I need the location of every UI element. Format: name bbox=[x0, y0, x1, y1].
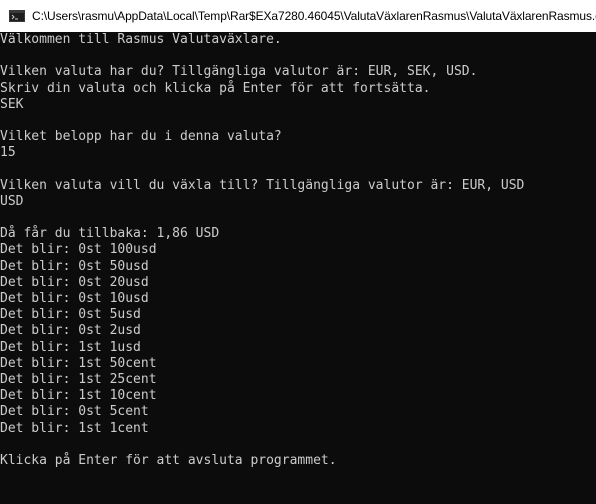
console-line: 15 bbox=[0, 145, 16, 161]
console-line: Det blir: 0st 2usd bbox=[0, 323, 141, 339]
console-line: Välkommen till Rasmus Valutaväxlare. bbox=[0, 32, 282, 47]
console-line: Skriv din valuta och klicka på Enter för… bbox=[0, 80, 431, 96]
console-line: Det blir: 1st 25cent bbox=[0, 371, 157, 387]
console-line: Vilket belopp har du i denna valuta? bbox=[0, 129, 282, 145]
console-line: Det blir: 0st 5usd bbox=[0, 307, 141, 323]
console-line: Det blir: 1st 1cent bbox=[0, 420, 149, 436]
console-line: USD bbox=[0, 193, 24, 209]
console-line: Det blir: 0st 10usd bbox=[0, 291, 149, 306]
console-app-icon bbox=[9, 10, 25, 22]
console-line: Det blir: 1st 50cent bbox=[0, 355, 157, 371]
title-bar[interactable]: C:\Users\rasmu\AppData\Local\Temp\Rar$EX… bbox=[0, 0, 596, 32]
console-line: Klicka på Enter för att avsluta programm… bbox=[0, 452, 337, 468]
console-output[interactable]: Välkommen till Rasmus Valutaväxlare. Vilk… bbox=[0, 32, 596, 504]
console-line: SEK bbox=[0, 96, 24, 112]
window-title: C:\Users\rasmu\AppData\Local\Temp\Rar$EX… bbox=[32, 9, 596, 23]
console-line: Det blir: 1st 1usd bbox=[0, 339, 141, 355]
console-line: Vilken valuta vill du växla till? Tillgä… bbox=[0, 177, 525, 193]
console-line: Det blir: 0st 5cent bbox=[0, 404, 149, 420]
console-line: Det blir: 0st 50usd bbox=[0, 258, 149, 274]
console-window: C:\Users\rasmu\AppData\Local\Temp\Rar$EX… bbox=[0, 0, 596, 504]
console-line: Det blir: 1st 10cent bbox=[0, 388, 157, 404]
console-line: Vilken valuta har du? Tillgängliga valut… bbox=[0, 64, 478, 80]
console-line: Det blir: 0st 100usd bbox=[0, 242, 157, 258]
console-line: Det blir: 0st 20usd bbox=[0, 274, 149, 290]
console-line: Då får du tillbaka: 1,86 USD bbox=[0, 226, 220, 242]
